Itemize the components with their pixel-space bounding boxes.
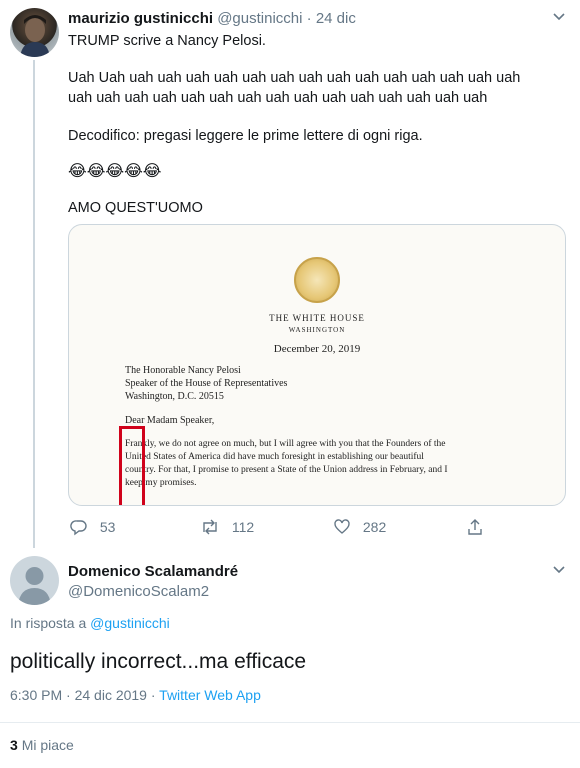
- avatar[interactable]: [10, 556, 59, 605]
- highlight-box: [119, 426, 145, 505]
- tweet-line: uah uah uah uah uah uah uah uah uah uah …: [68, 90, 488, 106]
- divider: [0, 722, 580, 723]
- in-reply-prefix: In risposta a: [10, 615, 87, 631]
- tweet-line: AMO QUEST'UOMO: [68, 200, 203, 216]
- source-link[interactable]: Twitter Web App: [159, 687, 261, 703]
- author-name[interactable]: maurizio gustinicchi: [68, 10, 213, 27]
- reply-text: politically incorrect...ma efficace: [10, 650, 307, 673]
- author-name[interactable]: Domenico Scalamandré: [68, 563, 238, 580]
- tweet-image[interactable]: THE WHITE HOUSE WASHINGTON December 20, …: [68, 224, 566, 506]
- timestamp[interactable]: 6:30 PM · 24 dic 2019 ·: [10, 687, 156, 703]
- default-avatar-icon: [18, 567, 51, 605]
- emoji-line: 😂😂😂😂😂: [68, 163, 162, 180]
- reply-icon: [70, 520, 87, 536]
- tweet-line: Decodifico: pregasi leggere le prime let…: [68, 128, 423, 144]
- letter-body-line: country. For that, I promise to present …: [125, 465, 448, 475]
- tweet-timestamp: 6:30 PM · 24 dic 2019 · Twitter Web App: [10, 687, 261, 703]
- reply-count: 53: [99, 519, 116, 536]
- author-photo: [20, 15, 50, 57]
- tweet-line: Uah Uah uah uah uah uah uah uah uah uah …: [68, 70, 521, 86]
- like-action[interactable]: 282: [333, 518, 386, 536]
- retweet-count: 112: [231, 519, 255, 536]
- separator: ·: [306, 10, 312, 27]
- letter-body-line: Frankly, we do not agree on much, but I …: [125, 439, 446, 449]
- letter-salutation: Dear Madam Speaker,: [125, 415, 215, 426]
- likes-count: 3: [10, 737, 18, 753]
- heart-icon: [334, 519, 350, 535]
- letter-body-line: United States of America did have much f…: [125, 452, 424, 462]
- reply-action[interactable]: 53: [70, 518, 115, 536]
- retweet-icon: [203, 519, 217, 535]
- thread-line: [33, 60, 35, 548]
- letterhead-title: THE WHITE HOUSE: [269, 313, 365, 323]
- retweet-action[interactable]: 112: [200, 518, 254, 536]
- tweet-header: maurizio gustinicchi @gustinicchi · 24 d…: [68, 10, 356, 27]
- in-reply-to: In risposta a @gustinicchi: [10, 615, 170, 631]
- letter-address-line: Speaker of the House of Representatives: [125, 378, 288, 389]
- letter-date: December 20, 2019: [273, 343, 361, 355]
- chevron-down-icon[interactable]: [552, 563, 566, 580]
- share-action[interactable]: [466, 518, 484, 536]
- letter-address-line: Washington, D.C. 20515: [125, 391, 224, 402]
- author-handle[interactable]: @DomenicoScalam2: [68, 583, 209, 600]
- likes-summary[interactable]: 3 Mi piace: [10, 737, 74, 753]
- in-reply-handle-link[interactable]: @gustinicchi: [90, 615, 170, 631]
- letter-address-line: The Honorable Nancy Pelosi: [125, 365, 241, 376]
- tweet-line: TRUMP scrive a Nancy Pelosi.: [68, 33, 266, 49]
- letterhead-subtitle: WASHINGTON: [288, 326, 346, 334]
- share-icon: [468, 519, 482, 535]
- author-handle[interactable]: @gustinicchi: [217, 10, 302, 27]
- like-count: 282: [362, 519, 387, 536]
- avatar[interactable]: [10, 8, 59, 57]
- chevron-down-icon[interactable]: [552, 10, 566, 27]
- tweet-date[interactable]: 24 dic: [316, 10, 356, 27]
- presidential-seal-icon: [294, 257, 340, 303]
- likes-label: Mi piace: [21, 737, 74, 753]
